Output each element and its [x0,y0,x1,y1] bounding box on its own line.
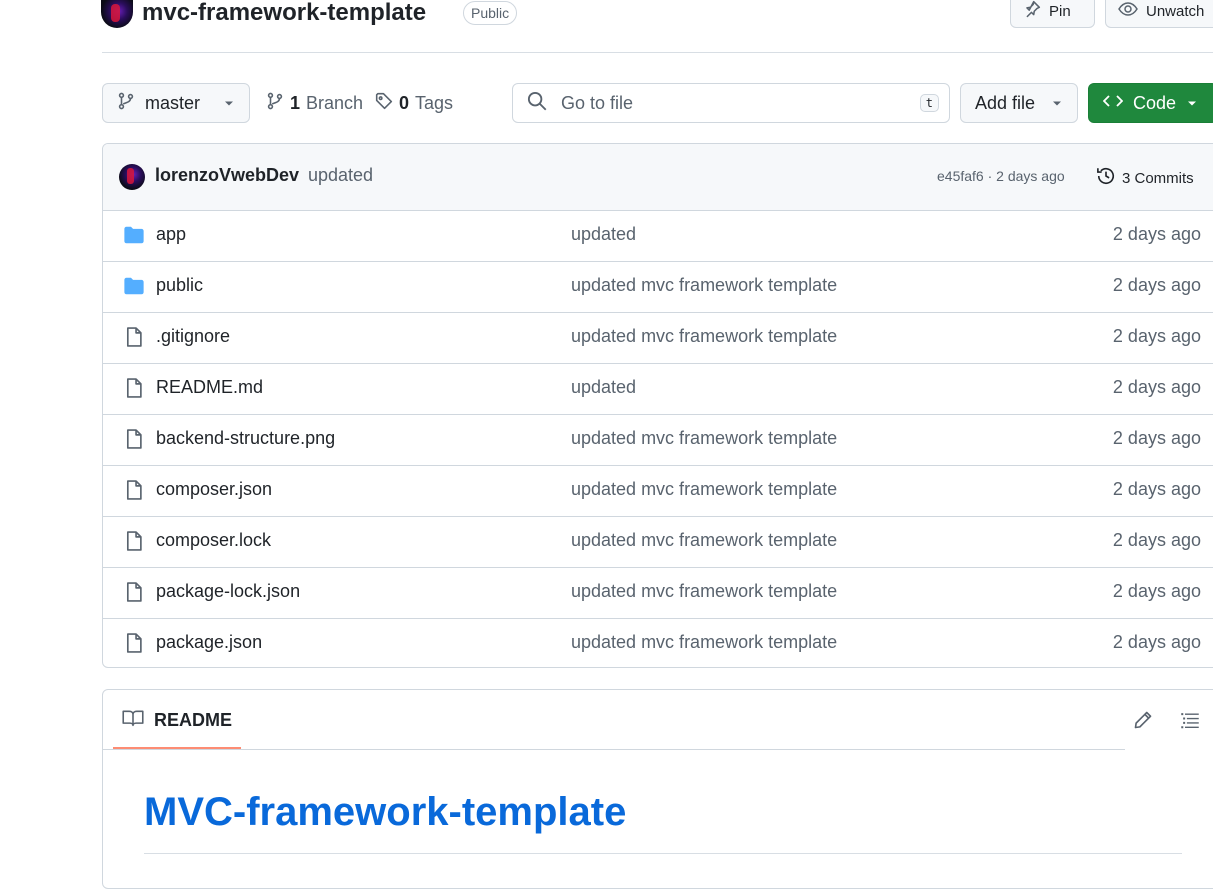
file-commit-message[interactable]: updated mvc framework template [571,326,837,347]
code-button[interactable]: Code [1088,83,1213,123]
branches-link[interactable]: 1 Branch [266,83,363,123]
tag-icon [375,92,393,115]
visibility-badge: Public [463,1,518,25]
latest-commit-bar: lorenzoVwebDev updated e45faf6 · 2 days … [103,144,1213,211]
file-commit-message[interactable]: updated mvc framework template [571,581,837,602]
file-commit-message[interactable]: updated mvc framework template [571,632,837,653]
chevron-down-icon [1186,93,1198,114]
repo-title[interactable]: mvc-framework-template [142,0,426,27]
pin-label: Pin [1049,2,1071,20]
readme-heading: MVC-framework-template [144,790,627,834]
unwatch-label: Unwatch [1146,2,1205,20]
file-commit-message[interactable]: updated mvc framework template [571,479,837,500]
file-row[interactable]: composer.lock updated mvc framework temp… [103,516,1213,568]
history-icon [1096,166,1116,190]
code-label: Code [1133,92,1177,113]
tags-link[interactable]: 0 Tags [375,83,453,123]
file-name[interactable]: backend-structure.png [156,428,335,449]
tag-count: 0 [399,92,410,113]
file-commit-message[interactable]: updated mvc framework template [571,428,837,449]
file-commit-date: 2 days ago [1112,275,1201,295]
file-name[interactable]: package.json [156,632,262,653]
file-commit-date: 2 days ago [1112,479,1201,499]
file-icon [123,479,145,501]
file-row[interactable]: package-lock.json updated mvc framework … [103,567,1213,619]
file-commit-date: 2 days ago [1112,428,1201,448]
commits-count-label: 3 Commits [1122,169,1194,187]
file-icon [123,581,145,603]
branch-selector-button[interactable]: master [102,83,250,123]
eye-icon [1118,0,1138,22]
file-name[interactable]: .gitignore [156,326,230,347]
file-row[interactable]: README.md updated 2 days ago [103,363,1213,415]
go-to-file-search[interactable]: t [512,83,950,123]
branch-count: 1 [290,92,301,113]
heading-divider [144,853,1182,854]
branch-count-label: Branch [306,92,364,113]
file-icon [123,326,145,348]
file-icon [123,428,145,450]
file-commit-date: 2 days ago [1112,632,1201,652]
folder-icon [123,224,145,246]
commit-message[interactable]: updated [308,165,373,186]
file-name[interactable]: README.md [156,377,263,398]
file-name[interactable]: public [156,275,203,296]
list-outline-icon[interactable] [1180,710,1200,735]
file-name[interactable]: package-lock.json [156,581,300,602]
keyboard-shortcut-hint: t [919,94,939,112]
search-icon [527,91,547,116]
file-icon [123,632,145,654]
book-icon [122,709,144,732]
git-branch-icon [117,92,135,115]
folder-icon [123,275,145,297]
tag-count-label: Tags [415,92,454,113]
file-icon [123,377,145,399]
code-icon [1102,93,1124,114]
pencil-icon[interactable] [1133,710,1153,735]
commit-hash-and-time[interactable]: e45faf6 · 2 days ago [937,168,1065,184]
file-commit-date: 2 days ago [1112,326,1201,346]
unwatch-button[interactable]: Unwatch [1105,0,1213,28]
file-icon [123,530,145,552]
go-to-file-input[interactable] [559,91,908,115]
file-row[interactable]: package.json updated mvc framework templ… [103,618,1213,667]
file-commit-message[interactable]: updated [571,224,636,245]
readme-tab[interactable]: README [122,709,232,732]
file-browser: lorenzoVwebDev updated e45faf6 · 2 days … [102,143,1213,668]
file-row[interactable]: app updated 2 days ago [103,210,1213,262]
repo-owner-avatar[interactable] [101,0,133,28]
file-commit-date: 2 days ago [1112,530,1201,550]
add-file-label: Add file [975,92,1036,113]
readme-tab-label: README [154,710,233,730]
file-row[interactable]: backend-structure.png updated mvc framew… [103,414,1213,466]
chevron-down-icon [223,93,235,114]
file-name[interactable]: composer.lock [156,530,271,551]
pin-icon [1023,0,1041,22]
file-commit-date: 2 days ago [1112,224,1201,244]
git-branch-icon [266,92,284,115]
add-file-button[interactable]: Add file [960,83,1078,123]
readme-tab-divider [103,749,1125,750]
file-commit-date: 2 days ago [1112,581,1201,601]
file-name[interactable]: composer.json [156,479,272,500]
branch-name: master [145,92,201,113]
commit-author-avatar[interactable] [119,164,145,190]
commit-author[interactable]: lorenzoVwebDev [155,165,299,186]
file-row[interactable]: .gitignore updated mvc framework templat… [103,312,1213,364]
file-row[interactable]: composer.json updated mvc framework temp… [103,465,1213,517]
header-divider [102,52,1213,53]
file-row[interactable]: public updated mvc framework template 2 … [103,261,1213,313]
commits-history-link[interactable]: 3 Commits [1096,166,1194,190]
file-commit-message[interactable]: updated [571,377,636,398]
pin-button[interactable]: Pin [1010,0,1095,28]
readme-panel: README MVC-framework-template [102,689,1213,889]
file-commit-message[interactable]: updated mvc framework template [571,275,837,296]
chevron-down-icon [1051,93,1063,114]
file-commit-date: 2 days ago [1112,377,1201,397]
file-commit-message[interactable]: updated mvc framework template [571,530,837,551]
file-name[interactable]: app [156,224,186,245]
